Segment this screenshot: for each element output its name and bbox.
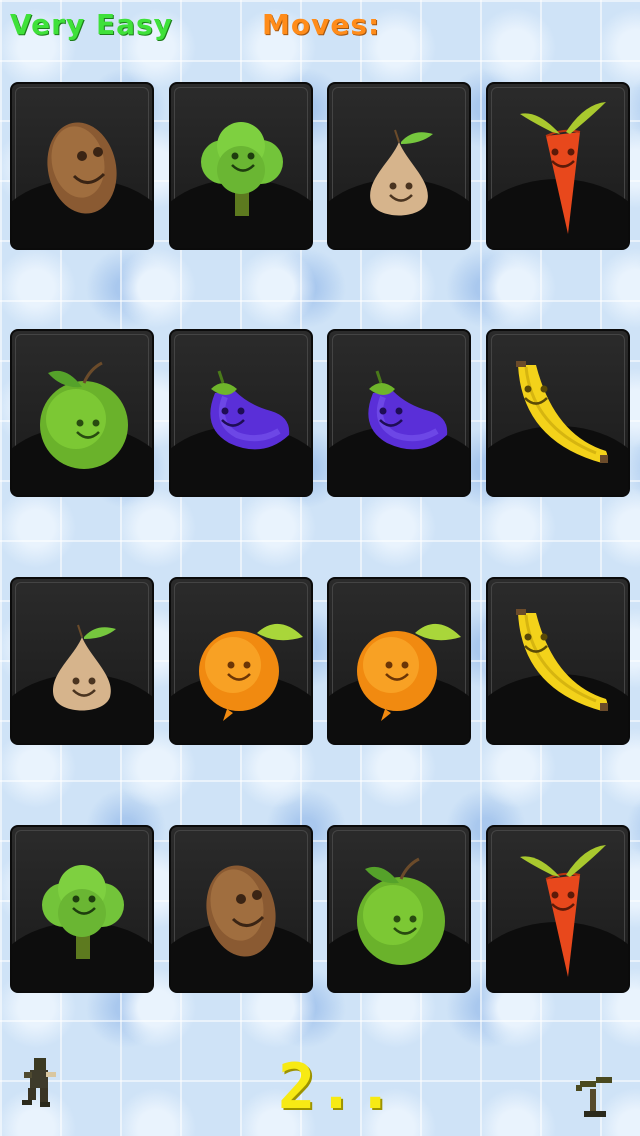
eggplant-icon [368,370,448,450]
card-banana[interactable] [486,577,630,745]
green-apple-icon [40,361,128,469]
card-broccoli[interactable] [169,82,313,250]
banana-icon [516,609,608,711]
onion-icon [370,129,433,216]
card-potato[interactable] [10,82,154,250]
plant-icon [576,1077,612,1117]
card-eggplant[interactable] [327,329,471,497]
banana-icon [516,361,608,463]
card-carrot[interactable] [486,82,630,250]
card-grid [0,0,640,1136]
onion-icon [53,624,116,711]
countdown-text: 2.. [278,1050,396,1123]
green-apple-icon [357,857,445,965]
card-orange[interactable] [169,577,313,745]
card-banana[interactable] [486,329,630,497]
card-onion[interactable] [327,82,471,250]
runner-icon [22,1058,56,1107]
potato-icon [47,122,117,214]
card-potato[interactable] [169,825,313,993]
orange-icon [199,623,303,721]
card-orange[interactable] [327,577,471,745]
card-green-apple[interactable] [10,329,154,497]
orange-icon [357,623,461,721]
card-carrot[interactable] [486,825,630,993]
broccoli-icon [42,865,124,959]
card-eggplant[interactable] [169,329,313,497]
eggplant-icon [210,370,290,450]
card-broccoli[interactable] [10,825,154,993]
carrot-icon [520,845,606,977]
potato-icon [206,865,276,957]
card-onion[interactable] [10,577,154,745]
card-green-apple[interactable] [327,825,471,993]
broccoli-icon [201,122,283,216]
carrot-icon [520,102,606,234]
